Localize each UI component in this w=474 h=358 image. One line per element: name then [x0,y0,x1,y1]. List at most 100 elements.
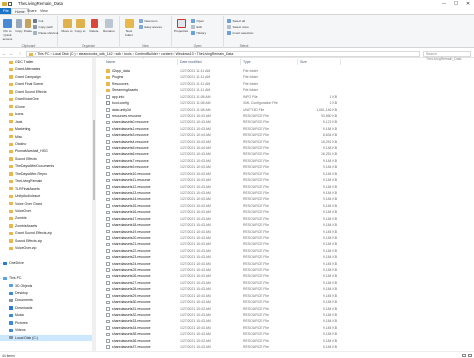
copy-path-button[interactable]: Copy path [33,25,53,29]
sidebar-item[interactable]: GrantVoiceOve [0,96,92,103]
sidebar-item[interactable]: TLRFinalAssets [0,186,92,193]
rename-button[interactable]: Rename [102,19,116,33]
new-item-button[interactable]: New item [139,19,157,23]
file-icon [106,146,110,151]
expand-chevron-icon[interactable]: › [1,275,2,282]
move-to-button[interactable]: Move to [61,19,73,33]
properties-button[interactable]: Properties [174,19,188,33]
file-icon [106,332,110,337]
file-row[interactable]: sharedassets37.resource 1/27/2021 10:43 A… [98,344,474,350]
sidebar-item[interactable]: Desktop [0,290,92,297]
sidebar-item[interactable]: PlumaMarshall_HSG [0,148,92,155]
sidebar-item[interactable]: iClone [0,104,92,111]
address-field[interactable]: › This PC › Local Disk (C:) › steamworks… [26,50,420,57]
sidebar-item[interactable]: ZombieAssets [0,223,92,230]
sidebar-item[interactable]: Grant Final Scene [0,81,92,88]
sidebar-item[interactable]: › This PC [0,275,92,282]
sidebar-item[interactable]: Downloads [0,305,92,312]
column-divider[interactable] [297,59,298,65]
folder-icon [9,60,13,64]
file-icon [106,313,110,317]
history-button[interactable]: History [191,31,206,35]
nav-scrollbar-thumb[interactable] [92,120,96,200]
column-header-type[interactable]: Type [243,60,251,64]
close-button[interactable]: ✕ [462,0,474,8]
easy-access-button[interactable]: Easy access [139,25,162,29]
sidebar-item[interactable]: Local Disk (C:) [0,334,92,342]
sidebar-item[interactable]: Grant Sound Effects [0,89,92,96]
sidebar-item[interactable]: Sound Effects.zip [0,238,92,245]
sidebar-item[interactable]: Documents [0,297,92,304]
ribbon: Pin to Quick access Copy Paste Cut Copy … [0,14,474,48]
column-divider[interactable] [177,59,178,65]
clipboard-group: Pin to Quick access Copy Paste Cut Copy … [0,16,58,48]
cut-button[interactable]: Cut [33,19,43,23]
delete-button[interactable]: Delete [88,19,100,33]
sidebar-item[interactable]: Misc [0,134,92,141]
sidebar-item[interactable]: Videos [0,327,92,334]
file-icon [106,107,110,112]
sidebar-item[interactable]: Music [0,312,92,319]
expand-chevron-icon[interactable]: › [1,260,2,267]
sidebar-item-label: TheDaysAfter-Repro [15,171,48,176]
move-folder-icon [62,19,72,28]
large-icons-view-icon[interactable] [468,354,472,357]
forward-button[interactable]: → [8,51,14,57]
paste-shortcut-button[interactable]: Paste shortcut [33,31,58,35]
details-view-icon[interactable] [462,354,466,357]
rename-icon [105,19,113,28]
open-button[interactable]: Open [191,19,204,23]
edit-button[interactable]: Edit [191,25,202,29]
properties-quick-icon[interactable] [8,1,12,6]
column-header-size[interactable]: Size [300,60,307,64]
sidebar-item[interactable]: Grant Sound Effects.zip [0,230,92,237]
sidebar-item[interactable]: Jank [0,119,92,126]
select-none-button[interactable]: Select none [227,25,249,29]
folder-icon [9,172,13,176]
nav-scrollbar[interactable] [92,58,96,351]
pin-quick-access-button[interactable]: Pin to Quick access [1,19,14,41]
paste-button[interactable]: Paste [24,19,32,33]
folder-icon [9,120,13,124]
sidebar-item[interactable]: TheDaysAfterDocuments [0,163,92,170]
up-button[interactable]: ↑ [17,51,23,57]
column-header-name[interactable]: Name [106,60,115,64]
sidebar-item[interactable]: TheLivingRemain [0,178,92,185]
back-button[interactable]: ← [1,51,7,57]
sidebar-item[interactable]: Otosho [0,141,92,148]
select-none-label: Select none [232,25,249,29]
sidebar-item[interactable]: 3D Objects [0,283,92,290]
sidebar-item[interactable]: Grant Campaign [0,74,92,81]
sidebar-item[interactable]: VoiceOver [0,208,92,215]
sidebar-item[interactable]: Sound Effects [0,156,92,163]
sidebar-item[interactable]: › OneDrive [0,260,92,267]
copy-button[interactable]: Copy [15,19,23,33]
minimize-button[interactable]: ─ [438,0,450,8]
sidebar-item[interactable]: VoiceOver.zip [0,245,92,252]
sidebar-item[interactable]: Voice Over Grant [0,201,92,208]
sidebar-item[interactable]: Grant Alternates [0,66,92,73]
select-all-button[interactable]: Select all [227,19,245,23]
sidebar-item[interactable]: GDC Trailer [0,59,92,66]
maximize-button[interactable]: ☐ [450,0,462,8]
copy-path-icon [33,25,37,29]
sidebar-item[interactable]: Zombie [0,215,92,222]
sidebar-item-label: Otosho [15,141,27,146]
column-divider[interactable] [240,59,241,65]
sidebar-item[interactable]: Pictures [0,320,92,327]
sidebar-item-label: iClone [15,104,25,109]
sidebar-item-label: Local Disk (C:) [15,335,38,340]
sidebar-item[interactable]: Marketing [0,126,92,133]
sidebar-item[interactable]: UnityAudioIssue [0,193,92,200]
sidebar-item[interactable]: Icons [0,111,92,118]
sidebar-item-label: UnityAudioIssue [15,194,41,199]
new-folder-button[interactable]: New folder [122,19,136,37]
copy-to-button[interactable]: Copy to [74,19,86,33]
invert-selection-button[interactable]: Invert selection [227,31,253,35]
column-header-date[interactable]: Date modified [180,60,202,64]
open-label: Open [196,19,205,23]
sidebar-item-label: Documents [15,298,33,303]
search-input[interactable]: Search TheLivingRemain_Data [423,50,471,61]
sidebar-item[interactable]: TheDaysAfter-Repro [0,171,92,178]
column-divider[interactable] [340,59,341,65]
